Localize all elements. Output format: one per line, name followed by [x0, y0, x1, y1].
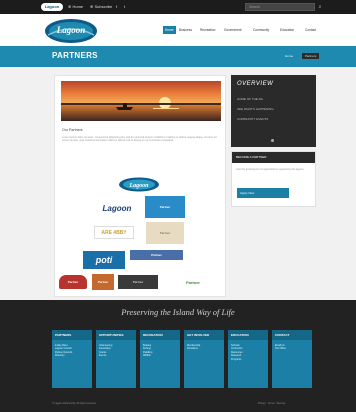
footer-link[interactable]: Our Office: [275, 347, 309, 350]
overview-link[interactable]: COMMUNITY EVENTS: [237, 117, 268, 121]
footer-column-links: Email Us Our Office: [275, 344, 309, 351]
footer-link[interactable]: Wildlife: [143, 354, 177, 357]
partner-logo-lagoon[interactable]: Lagoon: [118, 177, 160, 192]
footer-column: CONTACT Email Us Our Office: [272, 330, 312, 388]
footer-column-title[interactable]: CONTACT: [272, 330, 312, 340]
content-heading: Our Partners: [62, 128, 83, 132]
footer-column-links: Indian River Lagoon Council Partner Netw…: [55, 344, 89, 358]
topbar-logo[interactable]: Lagoon: [41, 3, 63, 11]
nav-item-recreation[interactable]: Recreation: [200, 26, 215, 34]
partner-logo-blue[interactable]: Partner: [145, 196, 185, 218]
partner-logo-poti[interactable]: poti: [83, 251, 125, 269]
page-title: PARTNERS: [52, 51, 98, 60]
overview-link[interactable]: SEE WHAT'S HAPPENING: [237, 107, 274, 111]
footer-column: RECREATION Boating Fishing Paddling Wild…: [140, 330, 180, 388]
partner-signup-box: BECOME A PARTNER Join the growing list o…: [231, 151, 316, 207]
footer-column-title[interactable]: OPPORTUNITIES: [96, 330, 136, 340]
hero-image: [61, 81, 221, 121]
footer-column-links: Membership Donations: [187, 344, 221, 351]
footer-column-title[interactable]: PARTNERS: [52, 330, 92, 340]
footer-links[interactable]: Privacy · Terms · Sitemap: [258, 402, 285, 405]
partner-logo-label: Lagoon: [128, 183, 149, 189]
breadcrumb-home[interactable]: Home: [285, 54, 293, 58]
overview-link[interactable]: HOME OF THE IRL: [237, 97, 263, 101]
partner-logo-lagoon-script[interactable]: Lagoon: [96, 198, 138, 218]
overview-panel: OVERVIEW HOME OF THE IRL SEE WHAT'S HAPP…: [231, 75, 316, 147]
partner-logo-orange[interactable]: Partner: [92, 274, 114, 290]
nav-item-home[interactable]: Home: [163, 26, 176, 34]
footer-column-links: Boating Fishing Paddling Wildlife: [143, 344, 177, 358]
partner-logo-dark[interactable]: Partner: [118, 275, 158, 289]
search-icon[interactable]: ⌕: [316, 3, 324, 11]
nav-item-business[interactable]: Business: [179, 26, 192, 34]
carousel-dot[interactable]: [271, 139, 274, 142]
content-paragraph: Lorem ipsum dolor sit amet, consectetur …: [62, 136, 217, 143]
partner-logo-banner[interactable]: Partner: [130, 250, 183, 260]
facebook-icon[interactable]: f: [116, 3, 117, 11]
overview-title: OVERVIEW: [237, 81, 274, 87]
nav-item-education[interactable]: Education: [280, 26, 294, 34]
footer-column: EDUCATION Schools Curriculum Resources R…: [228, 330, 268, 388]
nav-item-contact[interactable]: Contact: [305, 26, 316, 34]
partner-logo-green[interactable]: Partner: [175, 276, 211, 288]
partner-logo-are[interactable]: ARE 4BBY: [94, 226, 134, 239]
partner-logo-beige[interactable]: Partner: [146, 222, 184, 244]
footer-copyright: © Lagoon Partnership. All rights reserve…: [52, 402, 97, 405]
topbar-home-link[interactable]: ⊕ Home: [68, 3, 83, 11]
footer-column-title[interactable]: RECREATION: [140, 330, 180, 340]
footer-column-links: Volunteering Internships Grants Events: [99, 344, 133, 358]
footer-link[interactable]: Programs: [231, 358, 265, 361]
search-input[interactable]: Search: [245, 3, 315, 11]
footer-column: PARTNERS Indian River Lagoon Council Par…: [52, 330, 92, 388]
twitter-icon[interactable]: t: [124, 3, 125, 11]
footer-link[interactable]: Events: [99, 354, 133, 357]
breadcrumb-current: Partners: [302, 53, 320, 59]
signup-box-title: BECOME A PARTNER: [232, 152, 315, 163]
footer-column-title[interactable]: GET INVOLVED: [184, 330, 224, 340]
footer-link[interactable]: Donations: [187, 347, 221, 350]
footer-column: GET INVOLVED Membership Donations: [184, 330, 224, 388]
footer-tagline: Preserving the Island Way of Life: [121, 307, 235, 317]
site-logo[interactable]: Lagoon: [44, 18, 98, 44]
signup-box-text: Join the growing list of organizations s…: [236, 168, 305, 171]
nav-item-government[interactable]: Government: [224, 26, 242, 34]
nav-item-community[interactable]: Community: [253, 26, 269, 34]
footer-column-title[interactable]: EDUCATION: [228, 330, 268, 340]
logo-text: Lagoon: [56, 25, 86, 35]
footer-column: OPPORTUNITIES Volunteering Internships G…: [96, 330, 136, 388]
apply-button[interactable]: Apply Now: [237, 188, 289, 198]
topbar-subscribe-link[interactable]: ⊕ Subscribe: [90, 3, 112, 11]
page-banner: PARTNERS Home Partners: [0, 46, 356, 67]
top-bar: Lagoon ⊕ Home ⊕ Subscribe f t Search ⌕: [0, 0, 356, 14]
footer-link[interactable]: Directory: [55, 354, 89, 357]
footer-column-links: Schools Curriculum Resources Research Pr…: [231, 344, 265, 361]
partner-logo-red[interactable]: Partner: [59, 275, 87, 289]
